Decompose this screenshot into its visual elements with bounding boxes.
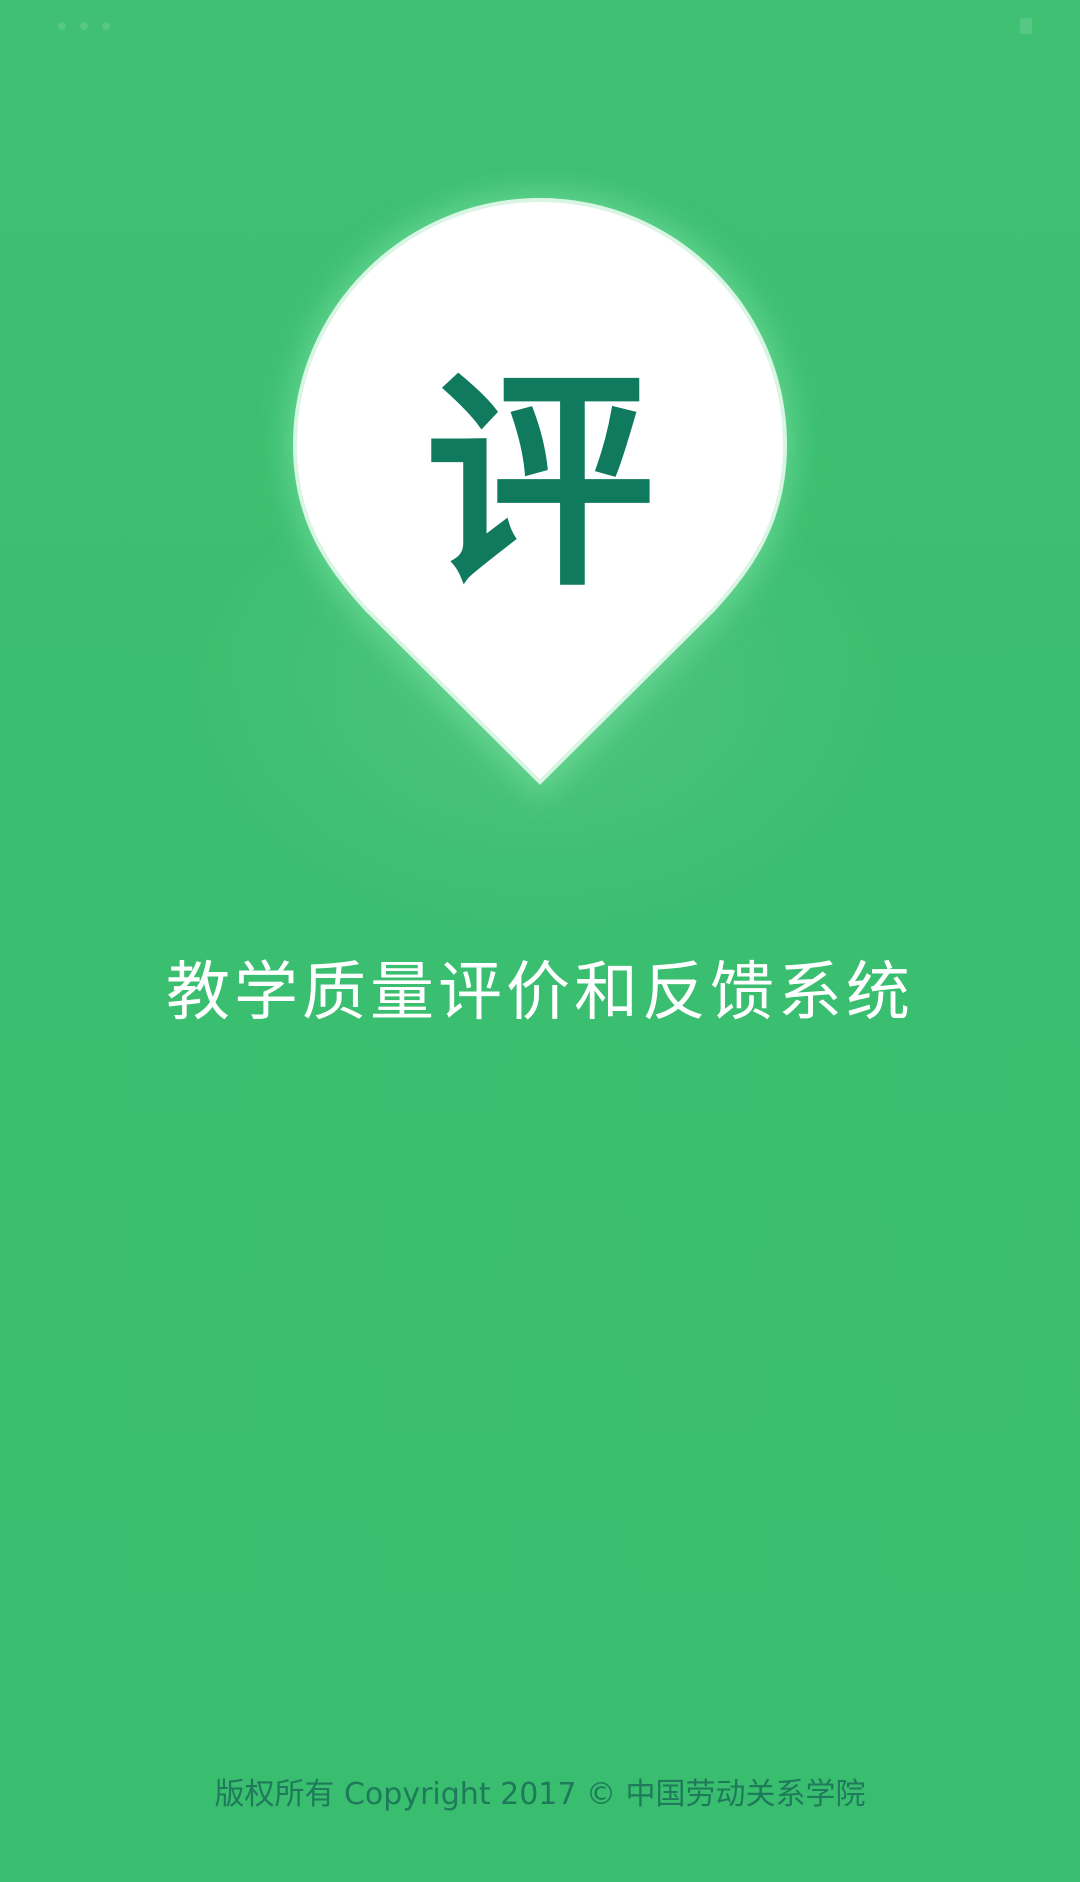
status-indicators bbox=[58, 22, 110, 30]
splash-screen: 评 教学质量评价和反馈系统 版权所有 Copyright 2017 © 中国劳动… bbox=[0, 0, 1080, 1882]
status-bar bbox=[0, 0, 1080, 50]
app-title: 教学质量评价和反馈系统 bbox=[166, 956, 914, 1030]
battery-icon bbox=[1020, 18, 1032, 34]
logo-glyph: 评 bbox=[425, 351, 655, 618]
status-dot bbox=[58, 22, 66, 30]
status-dot bbox=[102, 22, 110, 30]
map-pin-icon: 评 bbox=[285, 190, 795, 800]
status-dot bbox=[80, 22, 88, 30]
app-logo: 评 bbox=[250, 170, 830, 830]
copyright-text: 版权所有 Copyright 2017 © 中国劳动关系学院 bbox=[214, 1777, 866, 1812]
